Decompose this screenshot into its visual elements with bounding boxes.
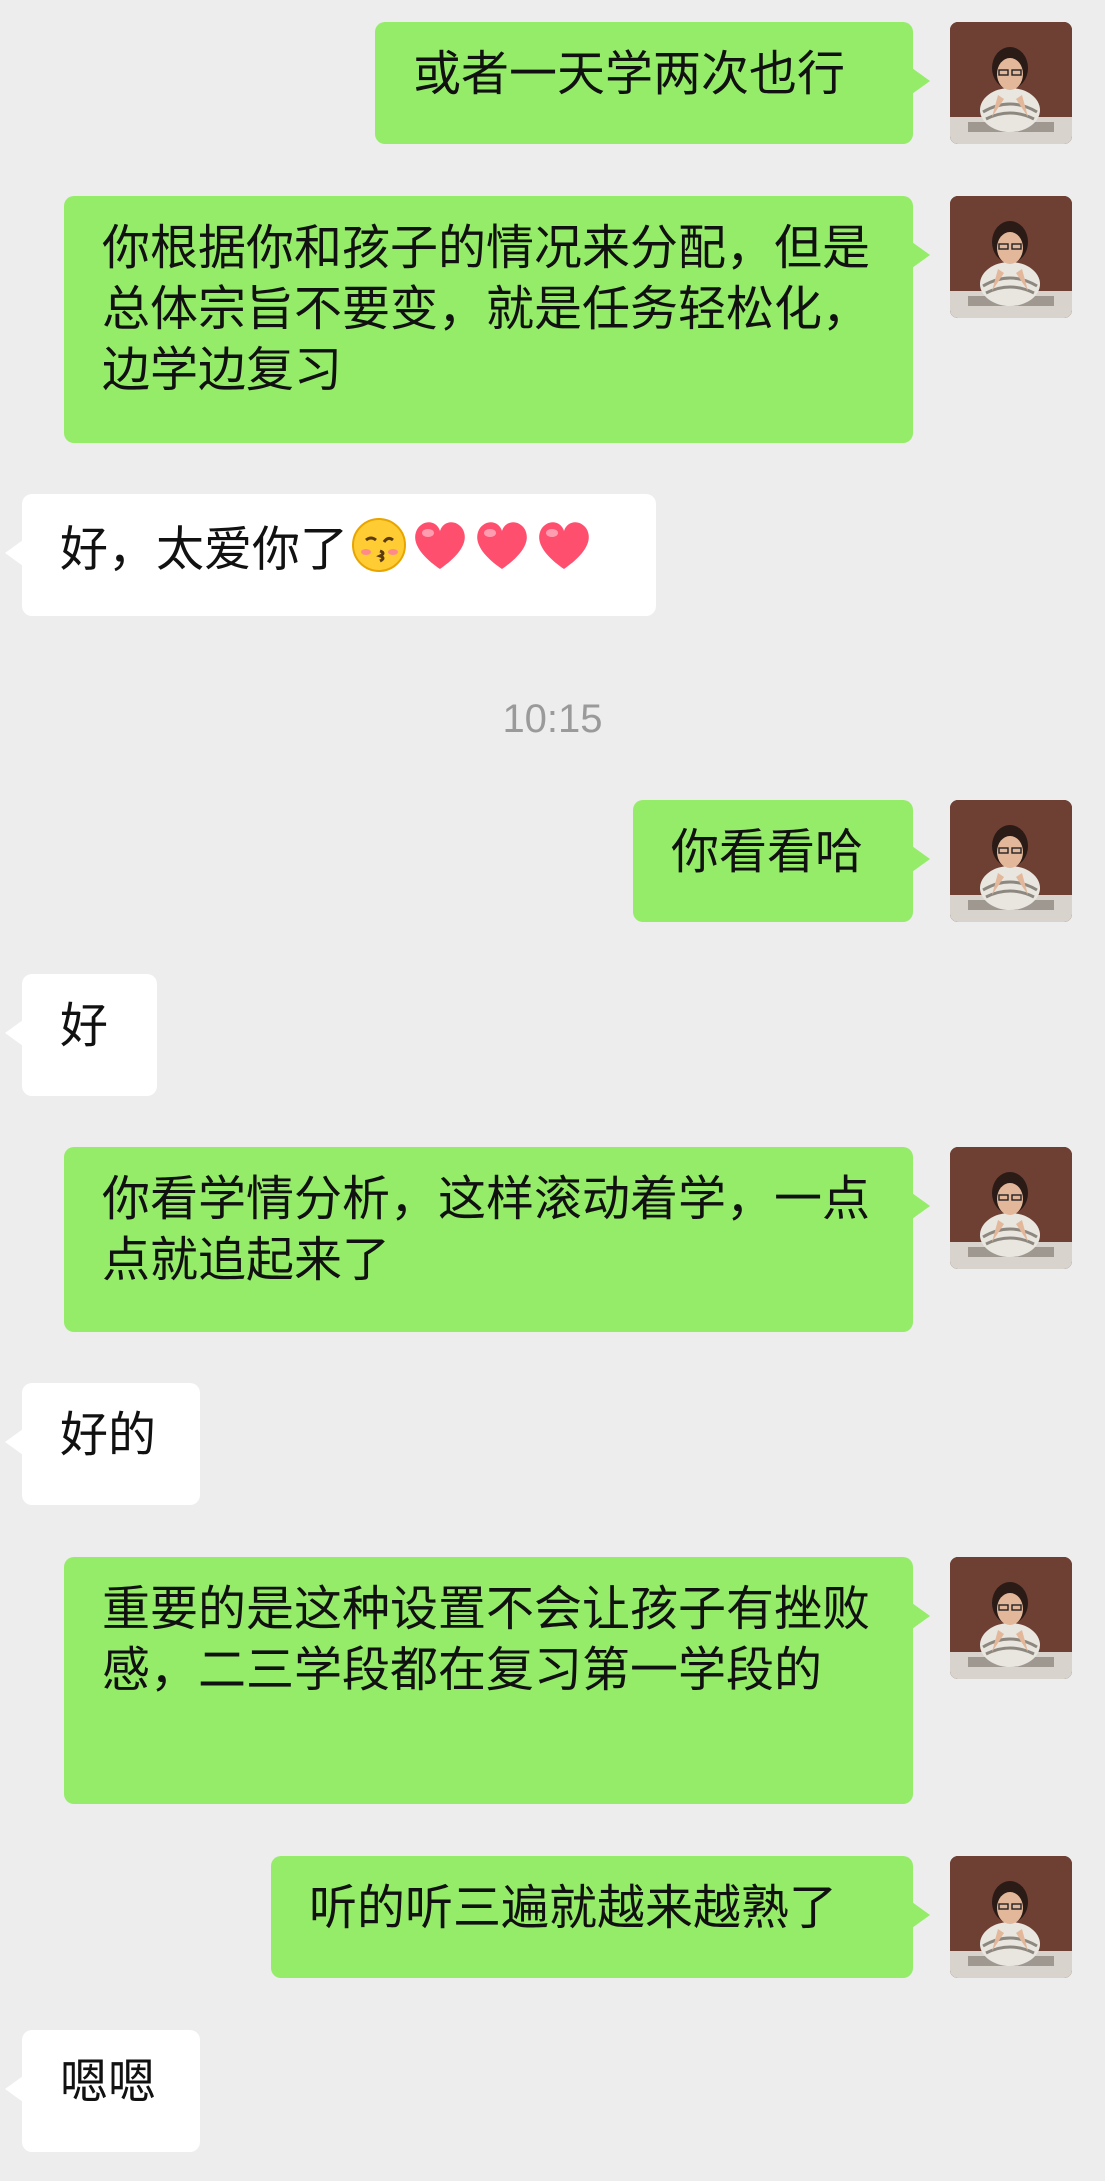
heart-icon (534, 517, 594, 588)
message-text: 你看学情分析，这样滚动着学，一点点就追起来了 (102, 1171, 871, 1288)
heart-icon (410, 517, 470, 588)
avatar[interactable] (950, 1856, 1072, 1978)
message-text: 嗯嗯 (60, 2054, 157, 2110)
message-text: 你根据你和孩子的情况来分配，但是总体宗旨不要变，就是任务轻松化，边学边复习 (102, 220, 871, 398)
message-bubble-incoming[interactable]: 好的 (5, 1383, 200, 1505)
message-bubble-outgoing[interactable]: 你看看哈 (633, 800, 930, 922)
message-bubble-outgoing[interactable]: 你看学情分析，这样滚动着学，一点点就追起来了 (64, 1147, 930, 1332)
message-bubble-incoming[interactable]: 好，太爱你了 (5, 494, 656, 616)
message-text: 或者一天学两次也行 (413, 46, 846, 102)
avatar[interactable] (950, 1557, 1072, 1679)
message-bubble-outgoing[interactable]: 你根据你和孩子的情况来分配，但是总体宗旨不要变，就是任务轻松化，边学边复习 (64, 196, 930, 443)
avatar[interactable] (950, 196, 1072, 318)
timestamp: 10:15 (502, 697, 603, 741)
avatar[interactable] (950, 800, 1072, 922)
avatar[interactable] (950, 22, 1072, 144)
message-text: 好的 (60, 1407, 157, 1463)
message-bubble-outgoing[interactable]: 听的听三遍就越来越熟了 (271, 1856, 930, 1978)
message-text: 你看看哈 (671, 824, 864, 880)
message-bubble-outgoing[interactable]: 或者一天学两次也行 (375, 22, 930, 144)
message-text: 听的听三遍就越来越熟了 (309, 1880, 838, 1936)
message-bubble-incoming[interactable]: 嗯嗯 (5, 2030, 200, 2152)
message-bubble-outgoing[interactable]: 重要的是这种设置不会让孩子有挫败感，二三学段都在复习第一学段的 (64, 1557, 930, 1804)
heart-icon (472, 517, 532, 588)
message-text: 重要的是这种设置不会让孩子有挫败感，二三学段都在复习第一学段的 (102, 1581, 871, 1698)
kissing-face-icon (350, 516, 408, 589)
message-text: 好，太爱你了 (60, 521, 349, 578)
message-bubble-incoming[interactable]: 好 (5, 974, 157, 1096)
message-text: 好 (60, 998, 109, 1054)
avatar[interactable] (950, 1147, 1072, 1269)
